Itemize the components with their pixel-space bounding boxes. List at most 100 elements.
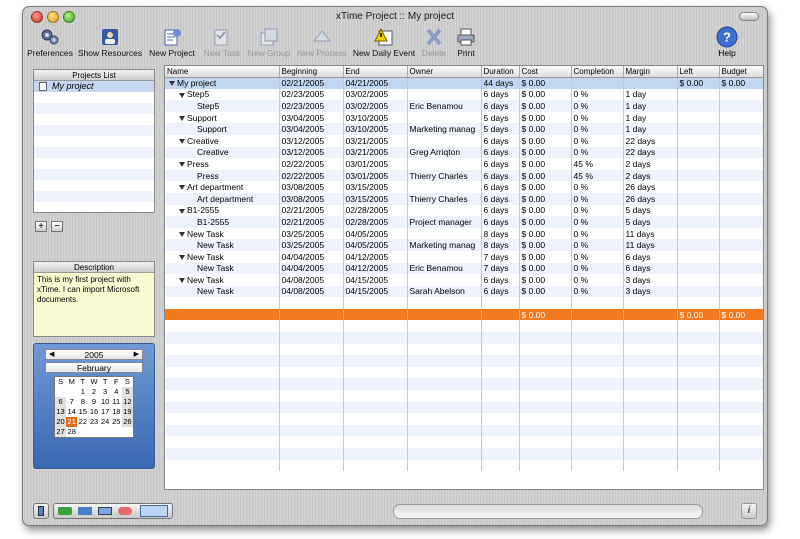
- table-row[interactable]: Step5 02/23/2005 03/02/2005 Eric Benamou 6 d…: [165, 100, 763, 112]
- people-icon[interactable]: [118, 507, 132, 515]
- calendar-day[interactable]: 9: [88, 397, 99, 407]
- calendar-day[interactable]: 2: [88, 387, 99, 397]
- cell-duration: 6 days: [481, 204, 520, 217]
- table-row[interactable]: Creative 03/12/2005 03/21/2005 6 days $ 0.00…: [165, 134, 763, 147]
- column-header-cost[interactable]: Cost: [519, 66, 572, 78]
- help-button[interactable]: ? Help: [713, 25, 741, 65]
- column-header-name[interactable]: Name: [165, 66, 280, 78]
- toolbar-toggle-button[interactable]: [739, 12, 759, 21]
- calendar-day[interactable]: 1: [77, 387, 88, 397]
- calendar-day[interactable]: 19: [121, 407, 133, 417]
- calendar-day[interactable]: 6: [55, 397, 67, 407]
- table-row[interactable]: Creative 03/12/2005 03/21/2005 Greg Arriqto…: [165, 146, 763, 159]
- table-row[interactable]: New Task 04/08/2005 04/15/2005 6 days $ 0.00…: [165, 274, 763, 286]
- year-selector[interactable]: ◀ 2005 ▶: [45, 349, 143, 360]
- table-row[interactable]: B1-2555 02/21/2005 02/28/2005 6 days $ 0.00 0…: [165, 204, 763, 217]
- calendar-day[interactable]: 17: [100, 407, 111, 417]
- description-text[interactable]: This is my first project with xTime. I c…: [34, 273, 154, 307]
- table-row[interactable]: New Task 03/25/2005 04/05/2005 Marketing ma…: [165, 239, 763, 251]
- column-header-margin[interactable]: Margin: [623, 66, 678, 78]
- column-header-beginning[interactable]: Beginning: [279, 66, 344, 78]
- calendar-day[interactable]: 14: [66, 407, 77, 417]
- new-task-button[interactable]: New Task: [201, 25, 243, 65]
- calendar-day[interactable]: 11: [111, 397, 122, 407]
- layout-icon[interactable]: [33, 503, 49, 519]
- disclosure-triangle-icon[interactable]: [179, 185, 185, 191]
- preferences-button[interactable]: Preferences: [27, 25, 73, 65]
- table-row[interactable]: New Task 04/04/2005 04/12/2005 7 days $ 0.00…: [165, 250, 763, 263]
- column-header-left[interactable]: Left: [677, 66, 720, 78]
- calendar-day[interactable]: 26: [121, 417, 133, 427]
- disclosure-triangle-icon[interactable]: [179, 231, 185, 237]
- column-header-completion[interactable]: Completion: [571, 66, 624, 78]
- table-row[interactable]: Support 03/04/2005 03/10/2005 Marketing man…: [165, 123, 763, 135]
- table-row[interactable]: Step5 02/23/2005 03/02/2005 6 days $ 0.00 0 %…: [165, 88, 763, 101]
- empty-cell: [481, 459, 520, 472]
- calendar-day[interactable]: 23: [88, 417, 99, 427]
- table-row[interactable]: New Task 04/08/2005 04/15/2005 Sarah Abelso…: [165, 285, 763, 298]
- cell-margin: 26 days: [623, 181, 678, 193]
- calendar-day[interactable]: 4: [111, 387, 122, 397]
- gantt-icon[interactable]: [78, 507, 92, 515]
- calendar-day[interactable]: 10: [100, 397, 111, 407]
- calendar-day[interactable]: 21: [66, 417, 78, 427]
- calendar-day[interactable]: 12: [121, 397, 133, 407]
- table-row[interactable]: Press 02/22/2005 03/01/2005 6 days $ 0.00 45 …: [165, 158, 763, 170]
- delete-button[interactable]: Delete: [419, 25, 449, 65]
- new-daily-event-button[interactable]: New Daily Event: [351, 25, 417, 65]
- column-header-end[interactable]: End: [343, 66, 408, 78]
- table-row[interactable]: My project 02/21/2005 04/21/2005 44 days $ 0…: [165, 77, 763, 89]
- new-project-button[interactable]: New Project: [147, 25, 197, 65]
- next-year-arrow[interactable]: ▶: [134, 350, 139, 360]
- table-row[interactable]: Press 02/22/2005 03/01/2005 Thierry Charles…: [165, 169, 763, 182]
- calendar-view-icon[interactable]: [98, 507, 112, 515]
- disclosure-triangle-icon[interactable]: [179, 254, 185, 260]
- info-button[interactable]: i: [741, 503, 757, 519]
- calendar-day[interactable]: 22: [77, 417, 88, 427]
- print-button[interactable]: Print: [451, 25, 481, 65]
- disclosure-triangle-icon[interactable]: [179, 139, 185, 145]
- calendar-day[interactable]: 15: [77, 407, 88, 417]
- disclosure-triangle-icon[interactable]: [169, 81, 175, 87]
- calendar-day[interactable]: 27: [55, 427, 67, 437]
- project-item[interactable]: My project: [34, 81, 154, 92]
- cell-completion: 0 %: [571, 192, 624, 205]
- calendar-day[interactable]: 28: [66, 427, 77, 437]
- calendar-day[interactable]: 16: [88, 407, 99, 417]
- resources-icon[interactable]: [58, 507, 72, 515]
- calendar-day[interactable]: 25: [111, 417, 122, 427]
- table-row[interactable]: Art department 03/08/2005 03/15/2005 Thierr…: [165, 192, 763, 205]
- disclosure-triangle-icon[interactable]: [179, 115, 185, 121]
- calendar-day[interactable]: 13: [55, 407, 67, 417]
- calendar-day[interactable]: 18: [111, 407, 122, 417]
- new-group-button[interactable]: New Group: [245, 25, 293, 65]
- disclosure-triangle-icon[interactable]: [179, 92, 185, 98]
- add-project-button[interactable]: +: [35, 221, 47, 232]
- prev-year-arrow[interactable]: ◀: [49, 350, 54, 360]
- disclosure-triangle-icon[interactable]: [179, 162, 185, 168]
- empty-cell: [677, 413, 720, 425]
- show-resources-button[interactable]: Show Resources: [77, 25, 143, 65]
- table-row[interactable]: Art department 03/08/2005 03/15/2005 6 days…: [165, 181, 763, 193]
- new-process-button[interactable]: New Process: [295, 25, 349, 65]
- total-budget: $ 0.00: [719, 308, 763, 321]
- disclosure-triangle-icon[interactable]: [179, 208, 185, 214]
- month-selector[interactable]: February: [45, 362, 143, 373]
- calendar-day[interactable]: 7: [66, 397, 77, 407]
- disclosure-triangle-icon[interactable]: [179, 278, 185, 284]
- table-view-icon[interactable]: [140, 505, 168, 517]
- table-row[interactable]: New Task 03/25/2005 04/05/2005 8 days $ 0.00…: [165, 227, 763, 240]
- calendar-day[interactable]: 8: [77, 397, 88, 407]
- calendar-day[interactable]: 24: [100, 417, 111, 427]
- table-row[interactable]: B1-2555 02/21/2005 02/28/2005 Project manag…: [165, 216, 763, 228]
- table-row[interactable]: New Task 04/04/2005 04/12/2005 Eric Benamou…: [165, 262, 763, 275]
- remove-project-button[interactable]: −: [51, 221, 63, 232]
- column-header-duration[interactable]: Duration: [481, 66, 520, 78]
- table-row[interactable]: Support 03/04/2005 03/10/2005 5 days $ 0.00 0…: [165, 111, 763, 124]
- column-header-owner[interactable]: Owner: [407, 66, 482, 78]
- view-switcher[interactable]: [53, 503, 173, 519]
- column-header-budget[interactable]: Budget: [719, 66, 763, 78]
- calendar-day[interactable]: 20: [55, 417, 67, 427]
- calendar-day[interactable]: 3: [100, 387, 111, 397]
- calendar-day[interactable]: 5: [121, 387, 133, 397]
